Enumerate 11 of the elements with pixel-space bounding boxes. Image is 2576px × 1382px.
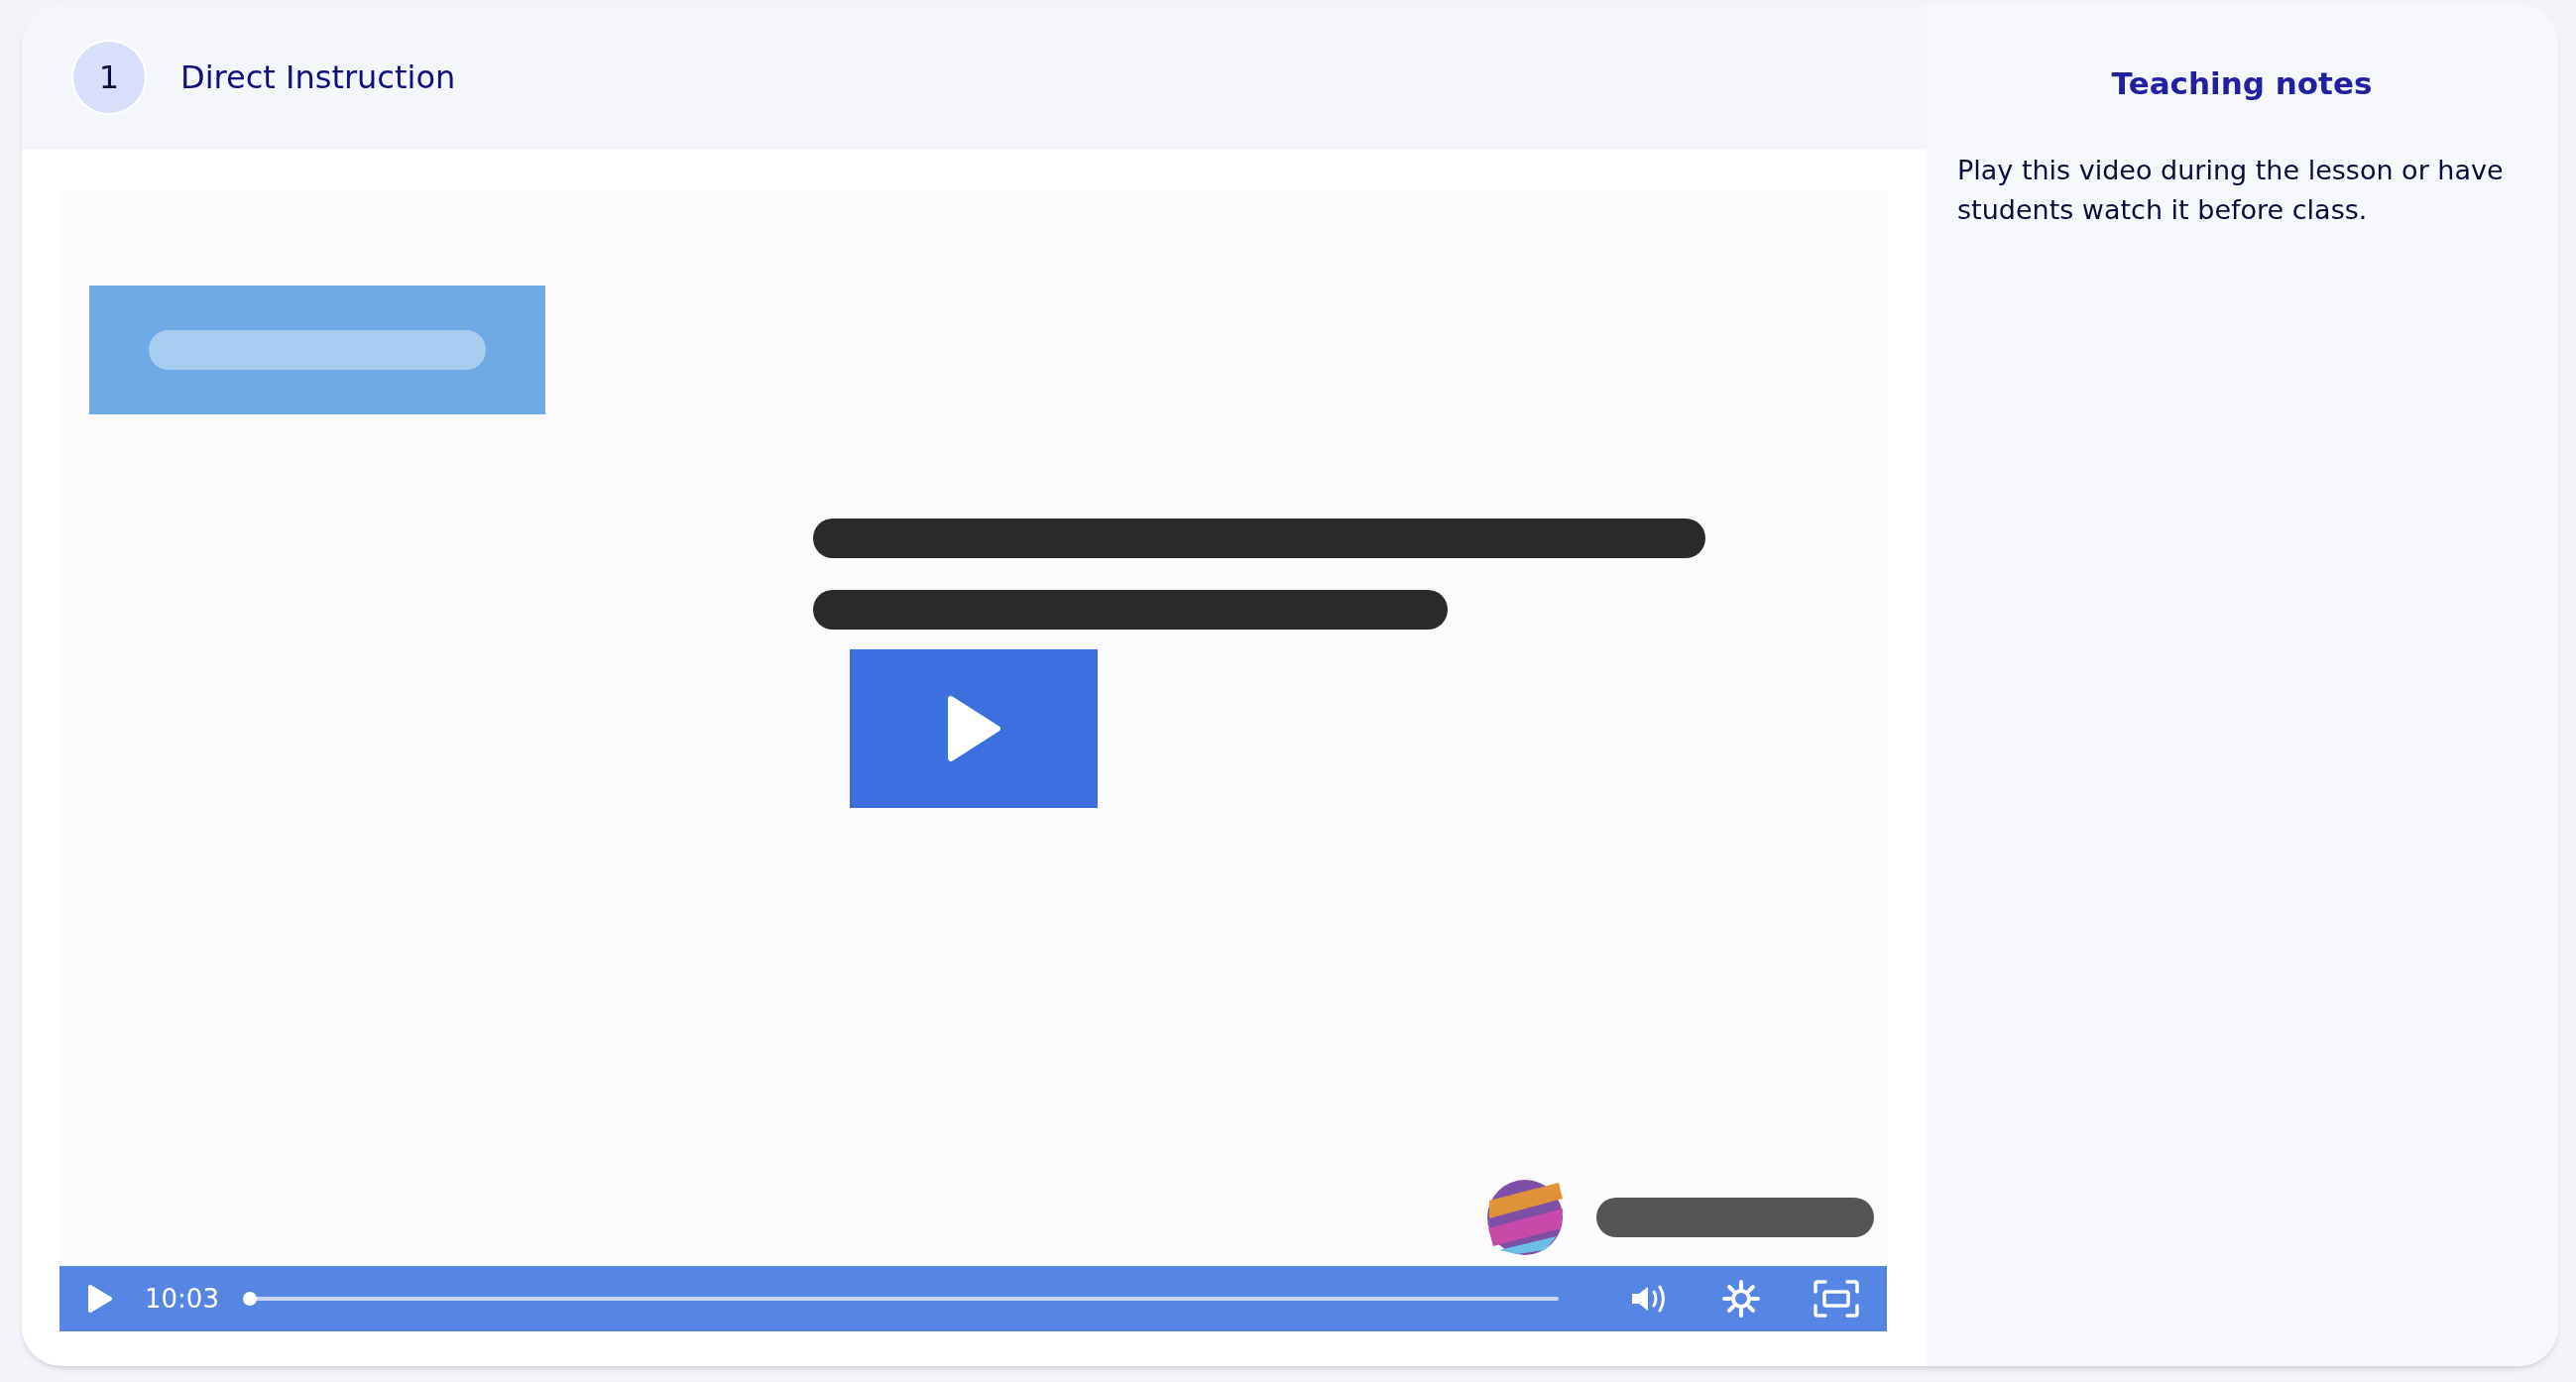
settings-icon[interactable] xyxy=(1722,1280,1760,1318)
play-icon xyxy=(947,696,1000,761)
fullscreen-icon[interactable] xyxy=(1814,1280,1859,1318)
play-icon[interactable] xyxy=(87,1284,113,1314)
play-button[interactable] xyxy=(850,649,1098,808)
teaching-notes-text: Play this video during the lesson or have students watch it before class. xyxy=(1957,153,2505,227)
section-title: Direct Instruction xyxy=(180,58,456,98)
progress-thumb[interactable] xyxy=(242,1292,257,1306)
teaching-notes-title: Teaching notes xyxy=(2110,64,2374,103)
video-time: 10:03 xyxy=(145,1282,219,1316)
step-number: 1 xyxy=(71,40,147,115)
